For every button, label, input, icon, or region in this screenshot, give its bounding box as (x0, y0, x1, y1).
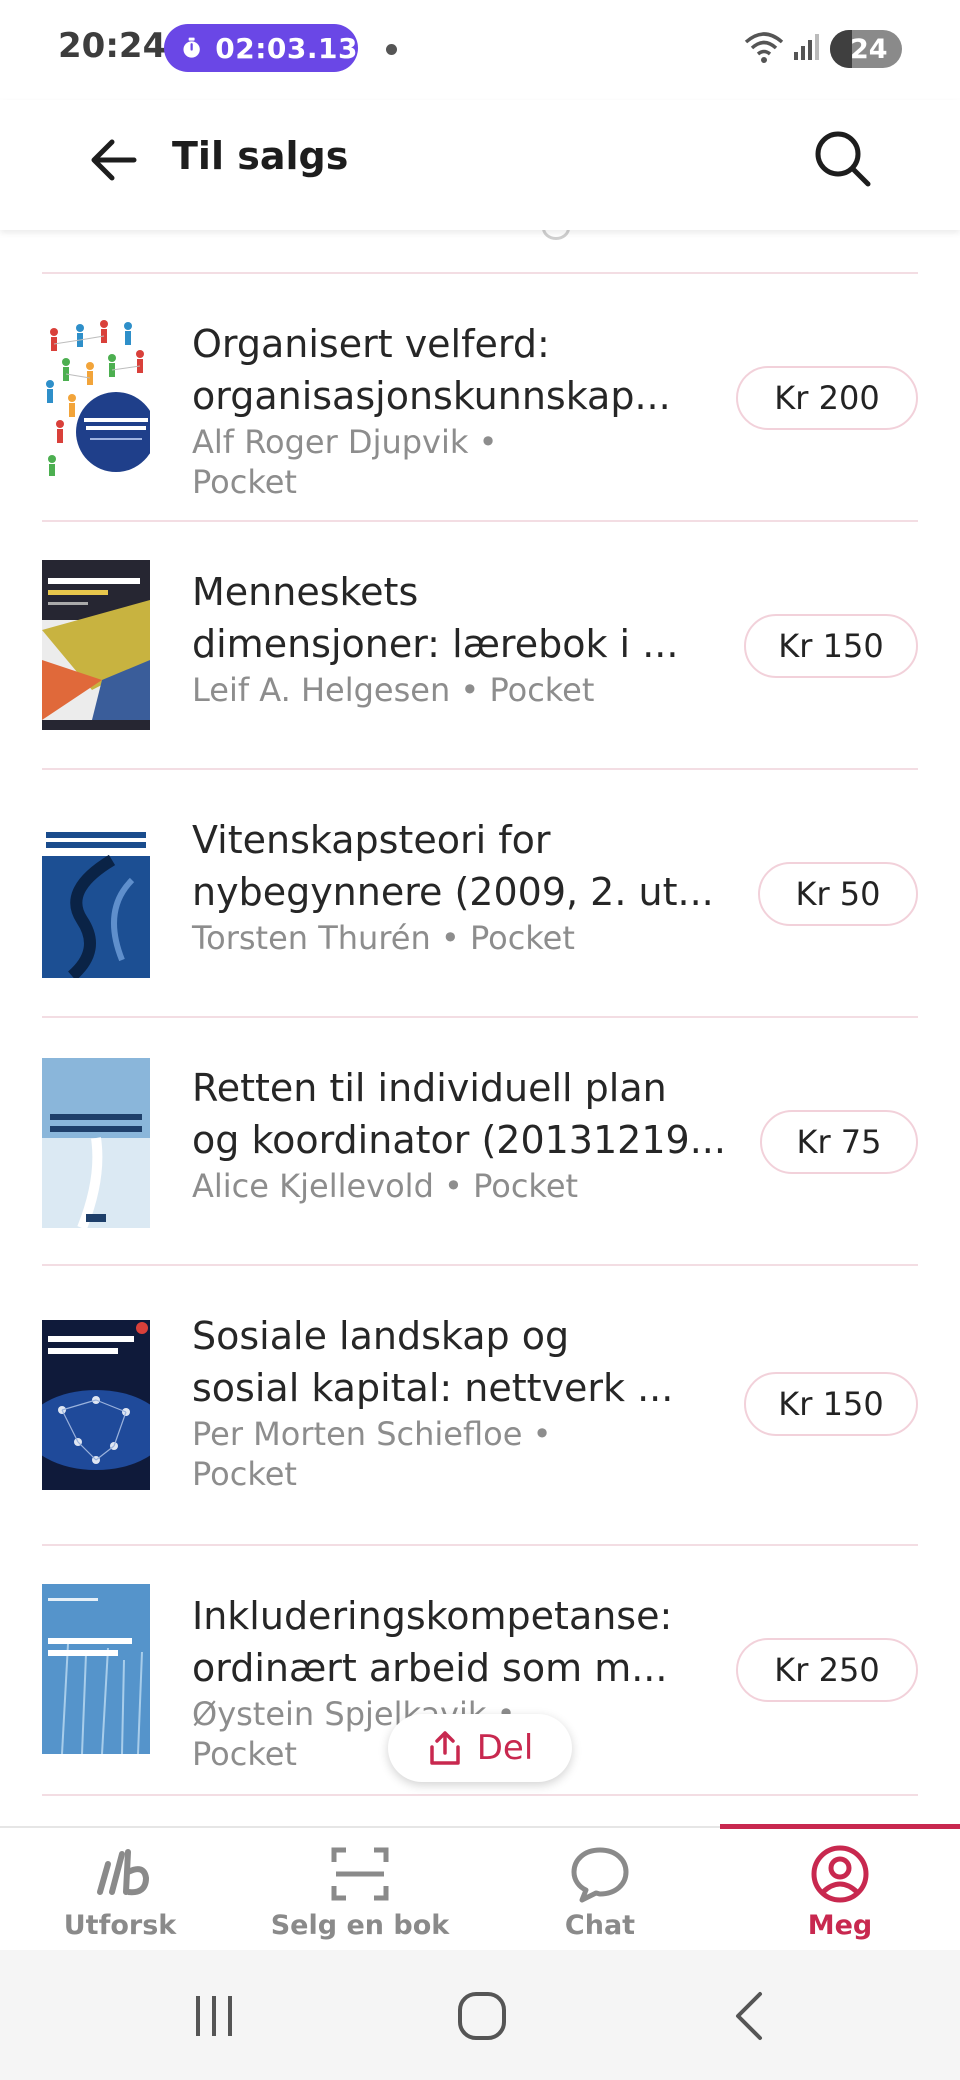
book-title: Sosiale landskap og sosial kapital: nett… (192, 1314, 674, 1410)
back-nav-icon[interactable] (720, 1988, 780, 2044)
book-author-format: Torsten Thurén • Pocket (192, 919, 575, 957)
price-badge[interactable]: Kr 200 (736, 366, 918, 430)
price-badge[interactable]: Kr 250 (736, 1638, 918, 1702)
share-upload-icon (429, 1731, 460, 1765)
book-author-format: Alice Kjellevold • Pocket (192, 1167, 579, 1205)
nav-label: Selg en bok (270, 1910, 450, 1941)
book-list-item[interactable]: Organisert velferd: organisasjonskunnska… (42, 274, 918, 522)
book-list-item[interactable]: Sosiale landskap og sosial kapital: nett… (42, 1266, 918, 1546)
book-title: Retten til individuell plan og koordinat… (192, 1066, 722, 1162)
price-badge[interactable]: Kr 150 (744, 614, 918, 678)
nav-item-selg-en-bok[interactable]: Selg en bok (240, 1828, 480, 1952)
book-title: Inkluderingskompetanse: ordinært arbeid … (192, 1594, 673, 1690)
arrow-left-icon (91, 139, 137, 181)
battery-icon: 24 (830, 30, 902, 68)
back-button[interactable] (86, 130, 146, 190)
system-navigation-bar (0, 1950, 960, 2080)
scan-frame-icon (331, 1847, 389, 1901)
book-author-format: Leif A. Helgesen • Pocket (192, 671, 595, 709)
battery-level: 24 (850, 34, 888, 65)
book-title: Menneskets dimensjoner: lærebok i ... (192, 570, 679, 666)
book-author-format: Per Morten Schiefloe • Pocket (192, 1415, 552, 1493)
book-title: Vitenskapsteori for nybegynnere (2009, 2… (192, 818, 714, 914)
nav-item-meg[interactable]: Meg (720, 1828, 960, 1952)
share-button[interactable]: Del (388, 1714, 572, 1782)
price-badge[interactable]: Kr 50 (758, 862, 918, 926)
book-cover-image (42, 560, 150, 730)
book-author-format: Alf Roger Djupvik • Pocket (192, 423, 498, 501)
home-icon[interactable] (452, 1988, 512, 2044)
search-icon (815, 131, 871, 187)
signal-icon (794, 34, 819, 60)
nav-label: Utforsk (63, 1910, 177, 1941)
share-label: Del (476, 1728, 534, 1768)
recent-apps-icon[interactable] (184, 1988, 244, 2044)
book-list[interactable]: Organisert velferd: organisasjonskunnska… (0, 230, 960, 1826)
stopwatch-icon (183, 37, 200, 58)
chat-bubble-icon (571, 1847, 629, 1903)
bottom-navigation: Utforsk Selg en bok Chat Meg (0, 1824, 960, 1952)
profile-icon (811, 1845, 869, 1903)
list-item-partial (42, 230, 918, 274)
book-cover-image (42, 820, 150, 978)
book-cover-image (42, 1058, 150, 1228)
book-cover-image (42, 314, 150, 484)
book-list-item[interactable]: Retten til individuell plan og koordinat… (42, 1018, 918, 1266)
notification-dot-icon (386, 44, 397, 55)
app-bar: Til salgs (0, 100, 960, 230)
book-list-item[interactable]: Vitenskapsteori for nybegynnere (2009, 2… (42, 770, 918, 1018)
status-bar: 20:24 02:03.13 24 (0, 0, 960, 100)
book-cover-image (42, 1584, 150, 1754)
timer-text: 02:03.13 (215, 31, 358, 65)
book-cover-image (42, 1320, 150, 1490)
wifi-icon (744, 32, 784, 63)
nav-label: Meg (807, 1910, 873, 1941)
book-list-item[interactable]: Menneskets dimensjoner: lærebok i ... Le… (42, 522, 918, 770)
search-button[interactable] (810, 126, 874, 190)
ib-logo-icon (97, 1849, 150, 1896)
timer-chip[interactable]: 02:03.13 (164, 24, 358, 72)
page-title: Til salgs (172, 134, 349, 178)
nav-label: Chat (564, 1910, 636, 1941)
book-title: Organisert velferd: organisasjonskunnska… (192, 322, 671, 418)
price-badge[interactable]: Kr 75 (760, 1110, 918, 1174)
nav-item-chat[interactable]: Chat (480, 1828, 720, 1952)
status-time: 20:24 (58, 26, 167, 66)
nav-item-utforsk[interactable]: Utforsk (0, 1828, 240, 1952)
price-badge[interactable]: Kr 150 (744, 1372, 918, 1436)
